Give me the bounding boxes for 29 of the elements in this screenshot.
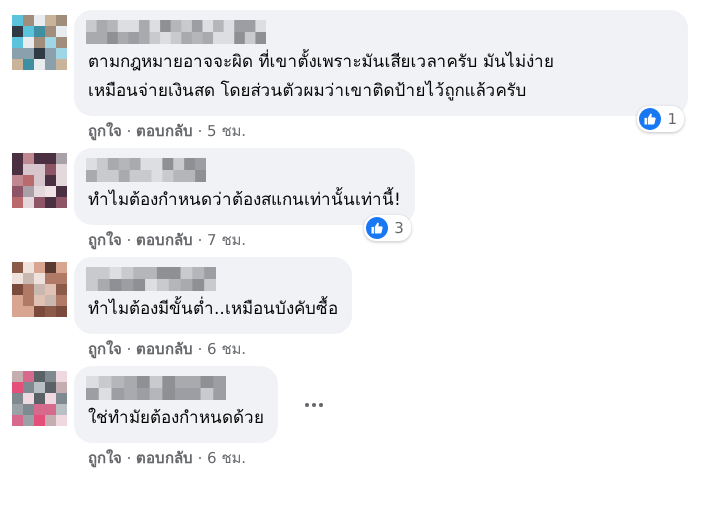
reaction-count[interactable]: 3 [364, 215, 411, 241]
comment-text: ตามกฎหมายอาจจะผิด ที่เขาตั้งเพราะมันเสียเวลาครับ มันไม่ง่ายเหมือนจ่ายเงินสด โดยส่วนตัวผมว่าเขาติดป้ายไว้ถูกแล้วครับ [88, 48, 558, 106]
action-link[interactable]: ตอบกลับ [136, 447, 193, 469]
comment-text: ทำไมต้องมีขั้นต่ำ..เหมือนบังคับซื้อ [88, 295, 338, 324]
separator-dot-icon [128, 457, 130, 459]
thumbs-up-icon [366, 217, 388, 239]
separator-dot-icon [199, 348, 201, 350]
separator-dot-icon [199, 457, 201, 459]
action-link[interactable]: ถูกใจ [88, 447, 122, 469]
comment-time: 7 ชม. [207, 230, 246, 251]
action-link[interactable]: ตอบกลับ [136, 338, 193, 360]
separator-dot-icon [199, 239, 201, 241]
comment-time: 6 ชม. [207, 339, 246, 360]
separator-dot-icon [128, 130, 130, 132]
more-icon[interactable] [304, 402, 324, 408]
comment-time: 6 ชม. [207, 448, 246, 469]
comment-text: ทำไมต้องกำหนดว่าต้องสแกนเท่านั้นเท่านี้! [88, 186, 401, 215]
separator-dot-icon [199, 130, 201, 132]
comment-text: ใช่ทำมัยต้องกำหนดด้วย [88, 406, 264, 430]
comment-time: 5 ชม. [207, 121, 246, 142]
reaction-count[interactable]: 1 [637, 106, 684, 132]
action-link[interactable]: ตอบกลับ [136, 120, 193, 142]
action-link[interactable]: ถูกใจ [88, 120, 122, 142]
separator-dot-icon [128, 239, 130, 241]
action-link[interactable]: ถูกใจ [88, 338, 122, 360]
thumbs-up-icon [639, 108, 662, 130]
separator-dot-icon [128, 348, 130, 350]
action-link[interactable]: ถูกใจ [88, 229, 122, 251]
action-link[interactable]: ตอบกลับ [136, 229, 193, 251]
